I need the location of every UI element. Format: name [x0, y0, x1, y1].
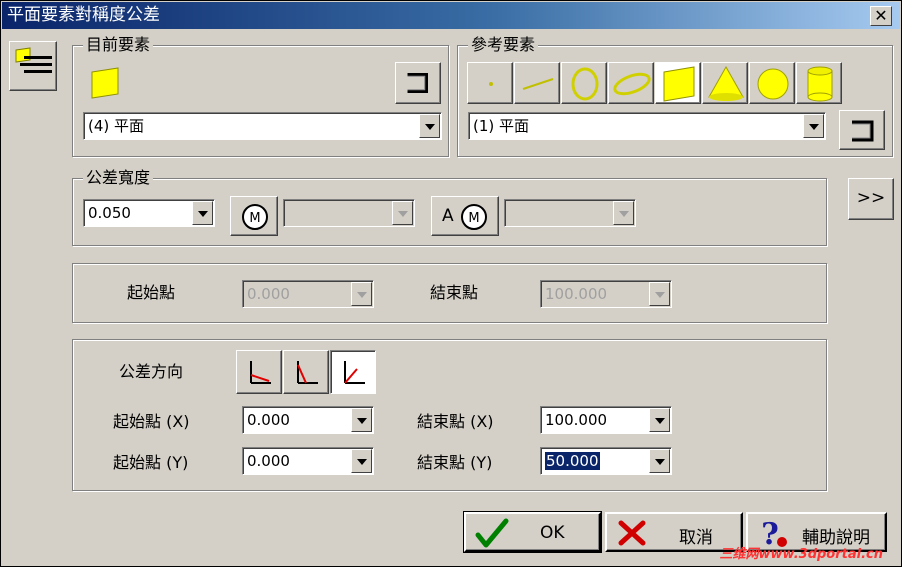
- circle-icon: [571, 67, 599, 101]
- svg-text:M: M: [249, 211, 260, 226]
- direction-group: 公差方向 起始點 (X) 0.000 結束點 (X) 100.000 起始點 (…: [72, 339, 827, 491]
- line-icon: [522, 78, 554, 90]
- current-element-group: 目前要素 (4) 平面: [72, 35, 449, 157]
- plane-icon: [663, 66, 695, 102]
- more-label: >>: [856, 188, 886, 208]
- datum-modifier-button[interactable]: A M: [431, 196, 499, 236]
- reference-element-select[interactable]: (1) 平面: [468, 112, 826, 140]
- start-y-select[interactable]: 0.000: [242, 447, 374, 475]
- chevron-down-icon[interactable]: [192, 201, 213, 225]
- range-end-select[interactable]: 100.000: [540, 280, 672, 308]
- window-title: 平面要素對稱度公差: [7, 5, 160, 25]
- end-y-label: 結束點 (Y): [417, 453, 493, 472]
- direction-option-3-button[interactable]: [330, 350, 376, 394]
- chevron-down-icon[interactable]: [351, 449, 372, 473]
- current-element-select[interactable]: (4) 平面: [83, 112, 442, 140]
- direction-option-2-button[interactable]: [283, 350, 329, 394]
- chevron-down-icon[interactable]: [419, 114, 440, 138]
- checkmark-icon: [475, 518, 509, 548]
- tolerance-width-select[interactable]: 0.050: [83, 199, 215, 227]
- ref-type-circle-button[interactable]: [561, 62, 607, 104]
- sphere-icon: [757, 68, 789, 100]
- start-x-select[interactable]: 0.000: [242, 406, 374, 434]
- tolerance-width-group: 公差寬度 0.050 M A M: [72, 168, 827, 246]
- end-y-value[interactable]: 50.000: [545, 452, 600, 470]
- pick-icon: [852, 120, 874, 142]
- direction-label: 公差方向: [119, 362, 184, 381]
- ref-type-point-button[interactable]: [467, 62, 513, 104]
- align-tool-icon-button[interactable]: [9, 41, 57, 91]
- end-x-value: 100.000: [545, 411, 608, 429]
- cancel-label: 取消: [679, 528, 713, 548]
- ref-type-plane-button[interactable]: [655, 62, 701, 104]
- svg-text:M: M: [468, 211, 479, 226]
- chevron-down-icon[interactable]: [649, 282, 670, 306]
- axis-direction-icon: [250, 361, 271, 384]
- start-x-value: 0.000: [247, 411, 290, 429]
- chevron-down-icon[interactable]: [649, 449, 670, 473]
- material-modifier-select[interactable]: [283, 199, 415, 227]
- end-x-label: 結束點 (X): [417, 412, 494, 431]
- close-button[interactable]: ✕: [870, 6, 892, 26]
- range-end-value: 100.000: [545, 285, 608, 303]
- start-x-label: 起始點 (X): [113, 412, 190, 431]
- plane-icon: [91, 67, 119, 99]
- ellipse-icon: [613, 72, 651, 96]
- ok-button[interactable]: OK: [463, 511, 602, 553]
- point-icon: [489, 82, 493, 86]
- watermark: 三维网www.3dportal.cn: [719, 547, 883, 562]
- chevron-down-icon[interactable]: [803, 114, 824, 138]
- start-y-value: 0.000: [247, 452, 290, 470]
- range-start-label: 起始點: [127, 283, 176, 302]
- reference-element-label: 參考要素: [468, 35, 539, 55]
- range-start-value: 0.000: [247, 285, 290, 303]
- end-y-select[interactable]: 50.000: [540, 447, 672, 475]
- ref-type-cylinder-button[interactable]: [796, 62, 842, 104]
- datum-prefix: A: [442, 206, 454, 226]
- mmc-circle-icon: M: [242, 204, 268, 230]
- more-button[interactable]: >>: [848, 178, 894, 220]
- range-end-label: 結束點: [430, 283, 479, 302]
- axis-direction-icon: [344, 361, 365, 384]
- end-x-select[interactable]: 100.000: [540, 406, 672, 434]
- pick-icon: [407, 73, 428, 93]
- reference-element-group: 參考要素 (1) 平面: [457, 35, 893, 157]
- chevron-down-icon[interactable]: [351, 408, 372, 432]
- tolerance-width-value: 0.050: [88, 204, 131, 222]
- ref-type-sphere-button[interactable]: [749, 62, 795, 104]
- axis-direction-icon: [297, 361, 318, 384]
- chevron-down-icon[interactable]: [613, 201, 634, 225]
- start-y-label: 起始點 (Y): [113, 453, 189, 472]
- range-group: 起始點 0.000 結束點 100.000: [72, 263, 827, 323]
- title-bar: 平面要素對稱度公差 ✕: [2, 2, 900, 29]
- current-element-value: (4) 平面: [88, 117, 145, 135]
- pick-reference-button[interactable]: [839, 110, 885, 150]
- ref-type-line-button[interactable]: [514, 62, 560, 104]
- ref-type-ellipse-button[interactable]: [608, 62, 654, 104]
- ref-type-cone-button[interactable]: [702, 62, 748, 104]
- chevron-down-icon[interactable]: [392, 201, 413, 225]
- dialog-window: 平面要素對稱度公差 ✕ 目前要素 (4) 平面 參考要素 (1) 平面 公差寬度…: [0, 0, 902, 567]
- pick-element-button[interactable]: [395, 62, 441, 104]
- ok-label: OK: [540, 523, 565, 543]
- cylinder-icon: [807, 66, 833, 102]
- align-lines-icon: [15, 47, 52, 73]
- reference-element-value: (1) 平面: [473, 117, 530, 135]
- range-start-select[interactable]: 0.000: [242, 280, 374, 308]
- tolerance-width-label: 公差寬度: [83, 168, 154, 188]
- chevron-down-icon[interactable]: [351, 282, 372, 306]
- current-element-label: 目前要素: [83, 35, 154, 55]
- material-modifier-button[interactable]: M: [230, 196, 278, 236]
- mmc-circle-icon: M: [461, 204, 487, 230]
- cone-icon: [708, 65, 744, 101]
- close-icon: ✕: [874, 6, 888, 25]
- chevron-down-icon[interactable]: [649, 408, 670, 432]
- datum-modifier-select[interactable]: [504, 199, 636, 227]
- direction-option-1-button[interactable]: [236, 350, 282, 394]
- cross-icon: [618, 520, 646, 546]
